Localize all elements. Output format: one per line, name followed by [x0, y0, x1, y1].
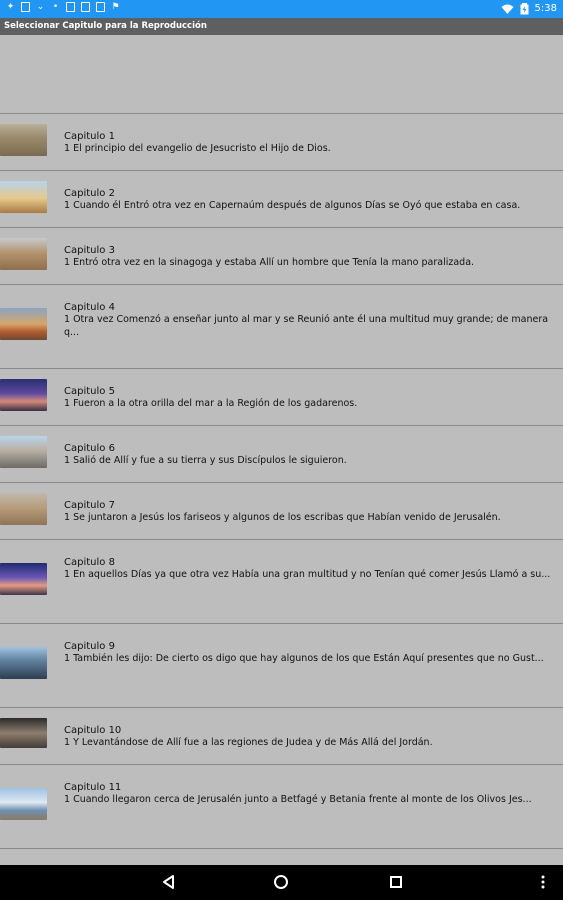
clock: 5:38: [534, 3, 557, 14]
back-icon[interactable]: [161, 874, 177, 890]
chapter-excerpt: 1 Se juntaron a Jesús los fariseos y alg…: [64, 512, 501, 523]
document-icon: [66, 2, 75, 12]
chapter-title: Capitulo 2: [64, 188, 115, 199]
chapter-thumbnail: [0, 563, 47, 595]
chapter-row-2[interactable]: Capitulo 21 Cuando él Entró otra vez en …: [0, 171, 563, 228]
chapter-list[interactable]: Capitulo 11 El principio del evangelio d…: [0, 35, 563, 865]
chapter-thumbnail: [0, 647, 47, 679]
chapter-thumbnail: [0, 124, 47, 156]
chapter-row-3[interactable]: Capitulo 31 Entró otra vez en la sinagog…: [0, 228, 563, 285]
chapter-thumbnail: [0, 181, 47, 213]
chapter-row-1[interactable]: Capitulo 11 El principio del evangelio d…: [0, 114, 563, 171]
chapter-row-10[interactable]: Capitulo 10 1 Y Levantándose de Allí fue …: [0, 708, 563, 765]
chapter-thumbnail: [0, 238, 47, 270]
recents-icon[interactable]: [388, 874, 404, 890]
chapter-row-7[interactable]: Capitulo 71 Se juntaron a Jesús los fari…: [0, 483, 563, 540]
chapter-excerpt: 1 Otra vez Comenzó a enseñar junto al ma…: [64, 314, 549, 338]
chapter-excerpt: 1 El principio del evangelio de Jesucris…: [64, 143, 331, 154]
mic-icon: •: [52, 2, 59, 12]
usb-icon: ✦: [6, 2, 15, 12]
chapter-thumbnail: [0, 436, 47, 468]
download-icon: ⌄: [36, 2, 45, 12]
chapter-title: Capitulo 6: [64, 443, 115, 454]
chapter-thumbnail: [0, 718, 47, 748]
chapter-excerpt: 1 Y Levantándose de Allí fue a las regio…: [64, 737, 433, 748]
chapter-thumbnail: [0, 788, 47, 820]
list-header-spacer: [0, 35, 563, 114]
chapter-row-4[interactable]: Capitulo 41 Otra vez Comenzó a enseñar j…: [0, 285, 563, 369]
chapter-excerpt: 1 Salió de Allí y fue a su tierra y sus …: [64, 455, 347, 466]
chapter-excerpt: 1 Fueron a la otra orilla del mar a la R…: [64, 398, 358, 409]
chapter-excerpt: 1 En aquellos Días ya que otra vez Había…: [64, 569, 551, 580]
more-icon[interactable]: [540, 874, 546, 890]
chapter-excerpt: 1 También les dijo: De cierto os digo qu…: [64, 653, 544, 664]
image-icon: [81, 2, 90, 12]
chapter-excerpt: 1 Cuando él Entró otra vez en Capernaúm …: [64, 200, 521, 211]
chapter-title: Capitulo 4: [64, 302, 115, 313]
chapter-excerpt: 1 Cuando llegaron cerca de Jerusalén jun…: [64, 794, 532, 805]
chapter-title: Capitulo 8: [64, 557, 115, 568]
chapter-title: Capitulo 3: [64, 245, 115, 256]
chapter-thumbnail: [0, 493, 47, 525]
chapter-row-9[interactable]: Capitulo 91 También les dijo: De cierto …: [0, 624, 563, 708]
chapter-row-6[interactable]: Capitulo 61 Salió de Allí y fue a su tie…: [0, 426, 563, 483]
chapter-title: Capitulo 1: [64, 131, 115, 142]
chapter-row-8[interactable]: Capitulo 81 En aquellos Días ya que otra…: [0, 540, 563, 624]
chapter-thumbnail: [0, 308, 47, 340]
chapter-title: Capitulo 5: [64, 386, 115, 397]
flag-icon: ⚑: [111, 2, 120, 12]
notification-icons: ✦ ⌄ • ⚑: [6, 2, 120, 12]
home-icon[interactable]: [273, 874, 289, 890]
system-icons: 5:38: [501, 2, 557, 16]
status-bar: ✦ ⌄ • ⚑ 5:38: [0, 0, 563, 18]
chapter-row-11[interactable]: Capitulo 11 1 Cuando llegaron cerca de Je…: [0, 765, 563, 849]
chapter-title: Capitulo 11: [64, 782, 122, 793]
chapter-title: Capitulo 10: [64, 725, 122, 736]
navigation-bar: [0, 865, 563, 900]
chapter-title: Capitulo 7: [64, 500, 115, 511]
wifi-icon: [501, 4, 514, 14]
facebook-icon: [21, 2, 30, 12]
chapter-row-5[interactable]: Capitulo 51 Fueron a la otra orilla del …: [0, 369, 563, 426]
page-title: Seleccionar Capitulo para la Reproducció…: [0, 18, 563, 35]
chapter-thumbnail: [0, 379, 47, 411]
chapter-title: Capitulo 9: [64, 641, 115, 652]
message-icon: [96, 2, 105, 12]
chapter-excerpt: 1 Entró otra vez en la sinagoga y estaba…: [64, 257, 475, 268]
battery-icon: [520, 3, 529, 15]
